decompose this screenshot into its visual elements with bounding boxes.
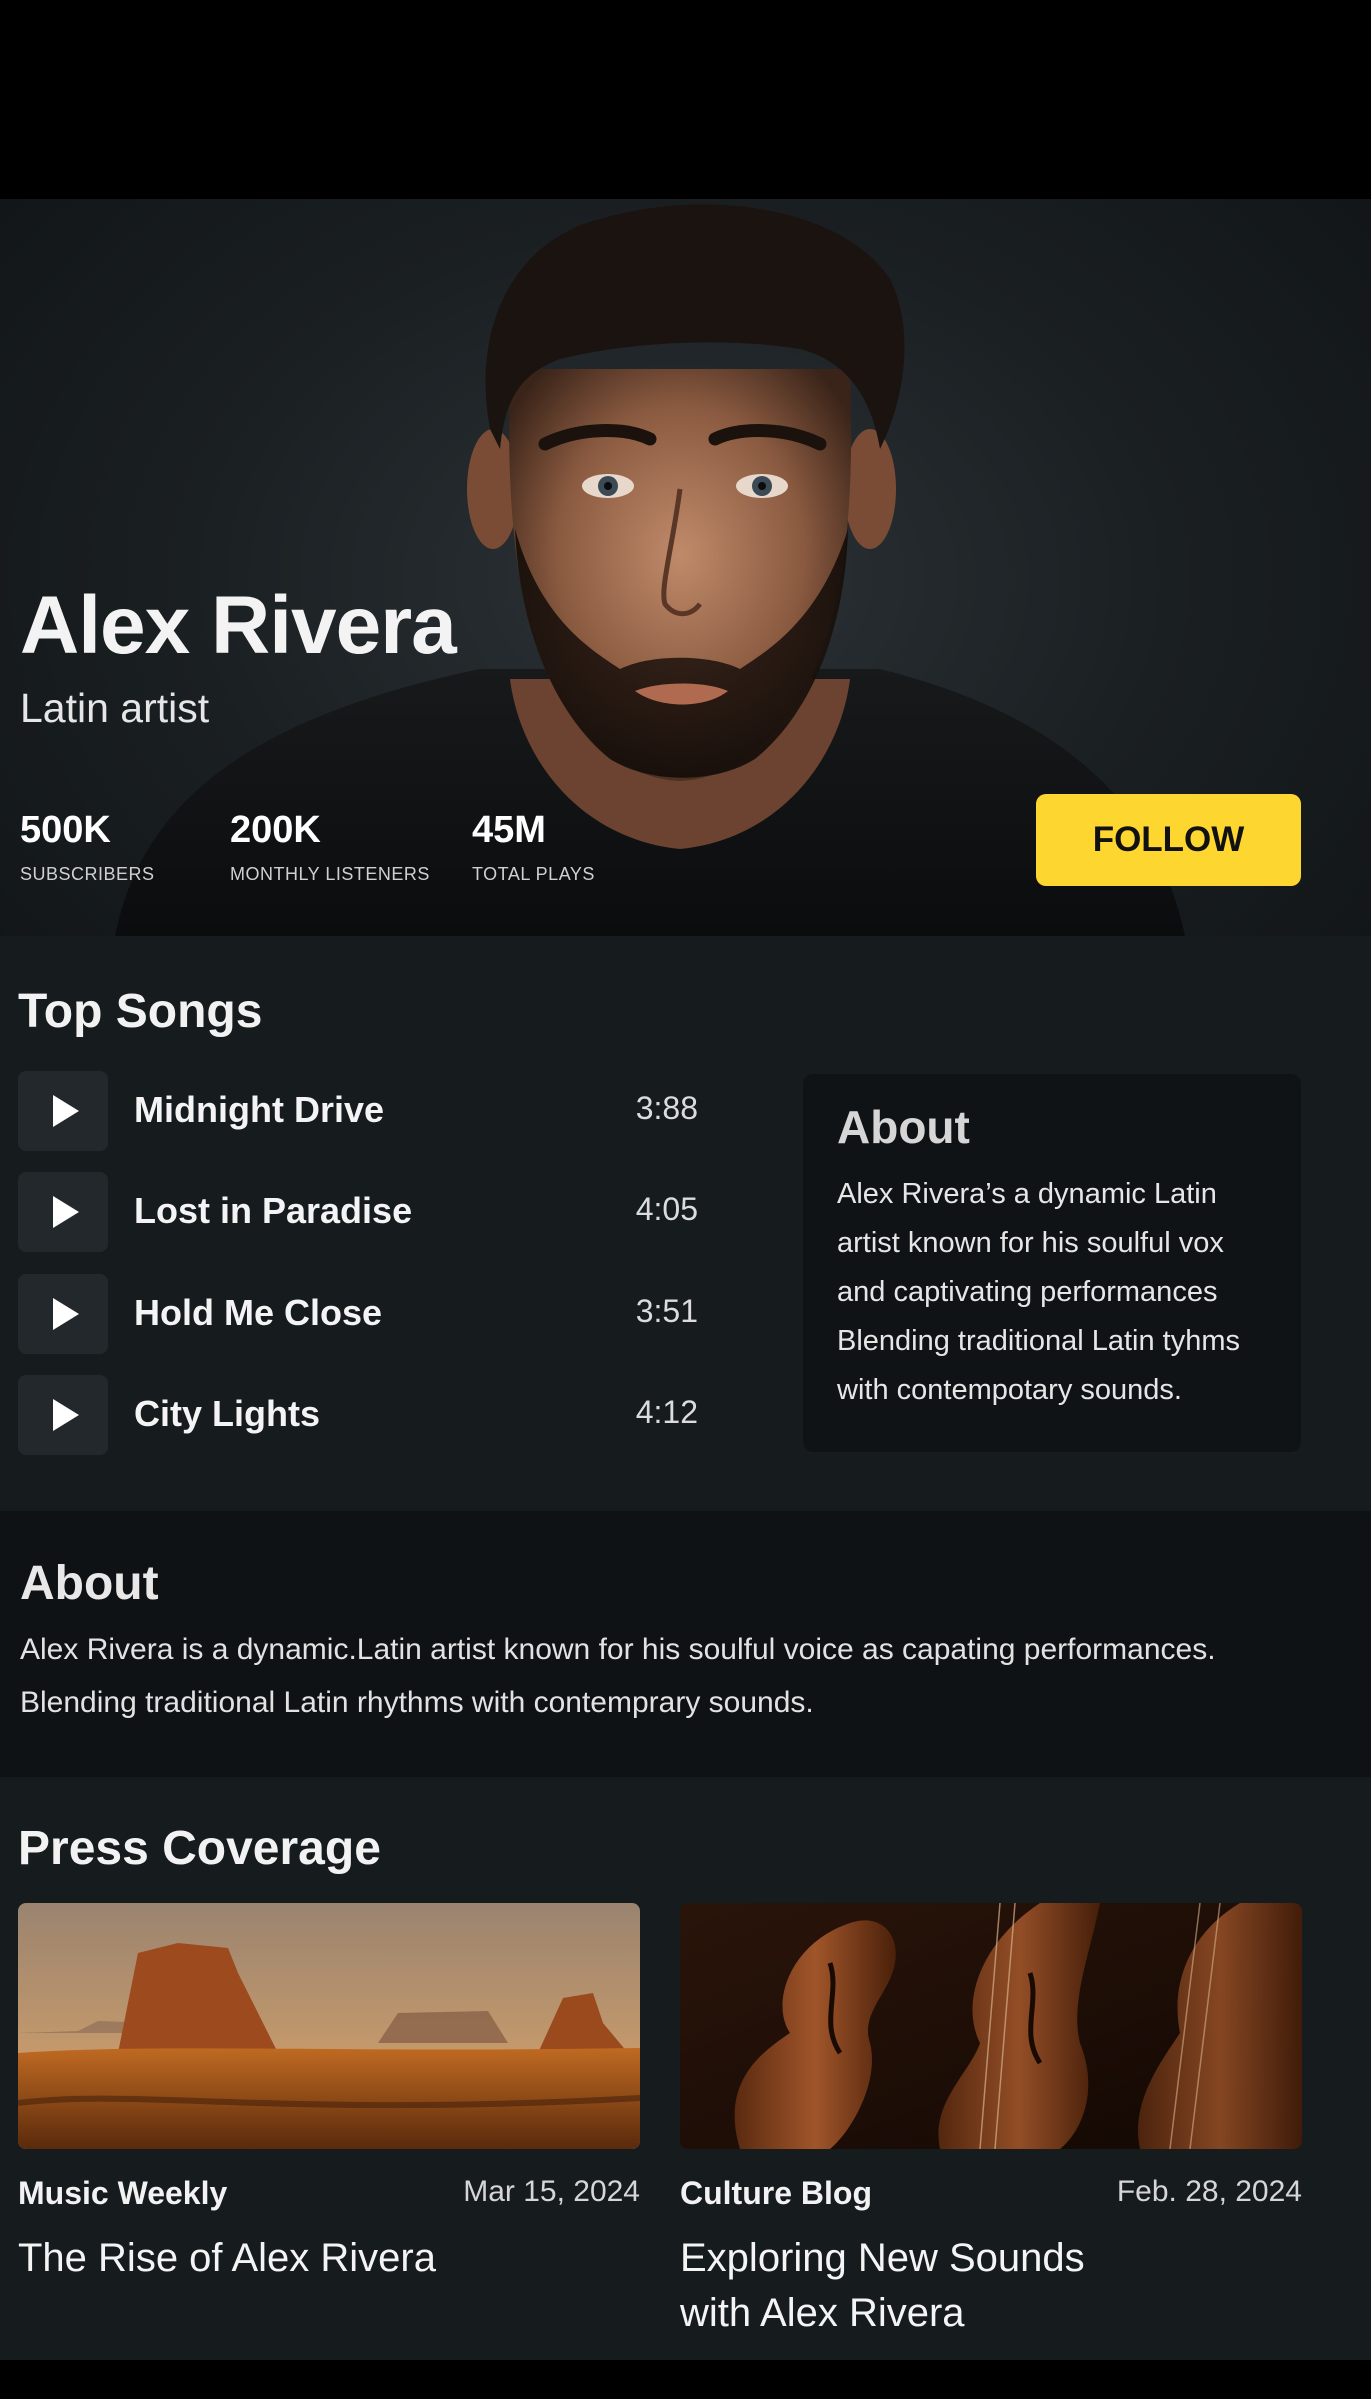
press-source: Music Weekly xyxy=(18,2175,228,2211)
about-title: About xyxy=(20,1557,159,1610)
about-section: About Alex Rivera is a dynamic.Latin art… xyxy=(0,1511,1371,1777)
press-source: Culture Blog xyxy=(680,2175,872,2211)
song-row[interactable]: Hold Me Close 3:51 xyxy=(18,1274,698,1354)
stat-total-plays: 45M TOTAL PLAYS xyxy=(472,809,595,885)
artist-hero: Alex Rivera Latin artist 500K SUBSCRIBER… xyxy=(0,199,1371,936)
press-coverage-title: Press Coverage xyxy=(18,1822,381,1875)
song-duration: 3:88 xyxy=(635,1090,698,1126)
song-duration: 4:05 xyxy=(635,1191,698,1227)
play-button[interactable] xyxy=(18,1071,108,1151)
about-card-text: Alex Rivera’s a dynamic Latin artist kno… xyxy=(837,1178,1241,1406)
stat-label: SUBSCRIBERS xyxy=(20,864,155,884)
violins-image xyxy=(680,1903,1302,2149)
about-text: Alex Rivera is a dynamic.Latin artist kn… xyxy=(20,1633,1216,1719)
stat-value: 500K xyxy=(20,809,111,851)
top-songs-section: Top Songs Midnight Drive 3:88 Lost in Pa… xyxy=(0,936,1371,1511)
press-card[interactable]: Music Weekly Mar 15, 2024 The Rise of Al… xyxy=(18,1903,640,2286)
press-coverage-section: Press Coverage Music Weekly Mar 15, 2024… xyxy=(0,1777,1371,2360)
song-title: Hold Me Close xyxy=(134,1292,383,1333)
song-row[interactable]: Lost in Paradise 4:05 xyxy=(18,1172,698,1252)
follow-button[interactable]: FOLLOW xyxy=(1036,794,1301,886)
stat-subscribers: 500K SUBSCRIBERS xyxy=(20,809,155,885)
press-meta: Music Weekly Mar 15, 2024 xyxy=(18,2163,640,2223)
song-row[interactable]: City Lights 4:12 xyxy=(18,1375,698,1455)
stat-monthly-listeners: 200K MONTHLY LISTENERS xyxy=(230,809,430,885)
press-headline[interactable]: Exploring New Sounds with Alex Rivera xyxy=(680,2231,1160,2341)
press-headline[interactable]: The Rise of Alex Rivera xyxy=(18,2231,498,2286)
artist-genre: Latin artist xyxy=(20,685,210,731)
song-title: Midnight Drive xyxy=(134,1089,384,1130)
press-card[interactable]: Culture Blog Feb. 28, 2024 Exploring New… xyxy=(680,1903,1302,2341)
play-icon xyxy=(53,1196,79,1228)
bottom-letterbox xyxy=(0,2360,1371,2399)
song-duration: 3:51 xyxy=(635,1293,698,1329)
play-button[interactable] xyxy=(18,1375,108,1455)
play-icon xyxy=(53,1095,79,1127)
song-row[interactable]: Midnight Drive 3:88 xyxy=(18,1071,698,1151)
song-title: City Lights xyxy=(134,1393,320,1434)
press-date: Feb. 28, 2024 xyxy=(1116,2175,1302,2208)
song-title: Lost in Paradise xyxy=(134,1190,413,1231)
top-letterbox xyxy=(0,0,1371,199)
about-card: About Alex Rivera’s a dynamic Latin arti… xyxy=(803,1074,1301,1452)
press-meta: Culture Blog Feb. 28, 2024 xyxy=(680,2163,1302,2223)
play-button[interactable] xyxy=(18,1172,108,1252)
top-songs-title: Top Songs xyxy=(18,985,263,1038)
stat-value: 200K xyxy=(230,809,321,851)
desert-mesa-image xyxy=(18,1903,640,2149)
stat-label: TOTAL PLAYS xyxy=(472,864,595,884)
play-icon xyxy=(53,1298,79,1330)
stat-value: 45M xyxy=(472,809,546,851)
play-icon xyxy=(53,1399,79,1431)
song-duration: 4:12 xyxy=(635,1394,698,1430)
play-button[interactable] xyxy=(18,1274,108,1354)
about-card-title: About xyxy=(837,1101,970,1153)
artist-name: Alex Rivera xyxy=(20,580,457,671)
stat-label: MONTHLY LISTENERS xyxy=(230,864,430,884)
press-date: Mar 15, 2024 xyxy=(463,2175,640,2208)
